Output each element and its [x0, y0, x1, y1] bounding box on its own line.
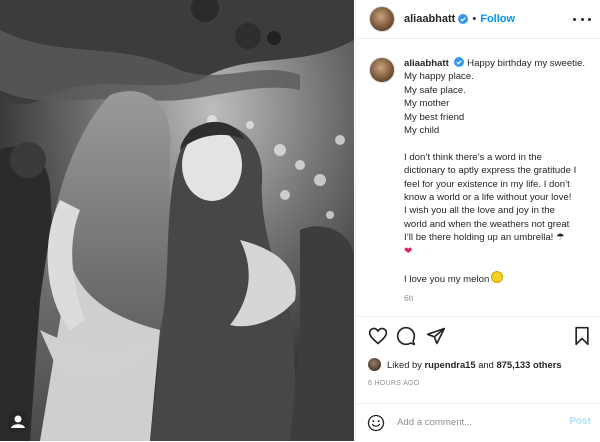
tagged-people-icon [7, 411, 29, 433]
post-image [0, 0, 354, 441]
caption-line: I love you my melon [404, 274, 490, 286]
heart-outline-icon[interactable] [368, 326, 388, 346]
post-time[interactable]: 6h [404, 292, 597, 305]
heart-emoji: ❤ [404, 245, 413, 257]
caption-text: aliaabhatt Happy birthday my sweetie. My… [404, 57, 597, 305]
caption-line: My mother [404, 98, 450, 110]
liker-username[interactable]: rupendra15 [425, 359, 476, 370]
post-comment-button[interactable]: Post [569, 416, 591, 427]
follow-button[interactable]: Follow [480, 13, 515, 25]
caption-username[interactable]: aliaabhatt [404, 58, 449, 69]
liker-avatar[interactable] [368, 358, 381, 371]
and-label: and [478, 359, 494, 370]
caption-line: feel for your existence in my life. I do… [404, 178, 570, 190]
comment-box: Add a comment... Post [356, 403, 600, 442]
caption-line: know a world or a life without your love… [404, 192, 572, 204]
comment-input[interactable]: Add a comment... [397, 417, 472, 428]
caption-line: My best friend [404, 111, 465, 123]
comment-icon[interactable] [396, 326, 416, 346]
avatar[interactable] [369, 6, 395, 32]
action-bar [356, 316, 600, 357]
caption-avatar[interactable] [369, 57, 395, 83]
caption-line: I’ll be there holding up an umbrella! ☂ [404, 232, 565, 244]
caption-line: My happy place. [404, 71, 474, 83]
separator-dot: • [472, 13, 477, 25]
post-photo[interactable] [0, 0, 354, 441]
more-options-icon[interactable] [573, 11, 591, 27]
caption-line: My child [404, 125, 440, 137]
caption-line: world and when the weathers not great [404, 218, 570, 230]
caption-line: My safe place. [404, 84, 466, 96]
post-sidebar: aliaabhatt • Follow aliaabhatt Happy bir… [355, 0, 600, 441]
verified-badge-icon [458, 14, 469, 24]
likes-count[interactable]: 875,133 others [496, 359, 561, 370]
smiley-icon[interactable] [367, 414, 385, 432]
paper-plane-icon[interactable] [426, 326, 446, 346]
verified-badge-icon [454, 57, 465, 67]
caption-line: I wish you all the love and joy in the [404, 205, 555, 217]
liked-by-label: Liked by [387, 359, 422, 370]
caption-line: I don’t think there’s a word in the [404, 151, 542, 163]
likes-summary: Liked by rupendra15 and 875,133 others [368, 358, 562, 371]
post-header: aliaabhatt • Follow [356, 0, 600, 39]
bookmark-icon[interactable] [573, 326, 591, 346]
caption: aliaabhatt Happy birthday my sweetie. My… [369, 57, 597, 305]
caption-line: dictionary to aptly express the gratitud… [404, 165, 577, 177]
username-link[interactable]: aliaabhatt [404, 13, 455, 25]
caption-line: Happy birthday my sweetie. [467, 58, 585, 69]
sun-emoji-icon [491, 271, 504, 284]
posted-timestamp[interactable]: 6 HOURS AGO [368, 380, 420, 387]
